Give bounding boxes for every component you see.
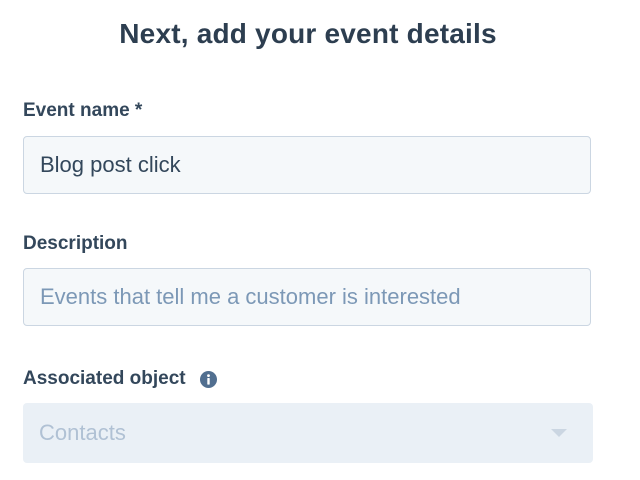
description-label-text: Description [23, 233, 128, 254]
page-title: Next, add your event details [119, 18, 497, 49]
associated-object-label-text: Associated object [23, 368, 186, 389]
event-details-form: Next, add your event details Event name … [0, 0, 640, 480]
associated-object-value: Contacts [39, 420, 126, 445]
chevron-down-icon [551, 429, 567, 437]
associated-object-select[interactable]: Contacts [23, 403, 593, 463]
description-label: Description [23, 233, 128, 255]
description-input[interactable] [23, 268, 591, 326]
event-name-label-text: Event name * [23, 100, 143, 121]
event-name-label: Event name * [23, 100, 142, 122]
associated-object-label: Associated object [23, 368, 217, 390]
event-name-input[interactable] [23, 136, 591, 194]
info-icon[interactable] [199, 370, 217, 388]
